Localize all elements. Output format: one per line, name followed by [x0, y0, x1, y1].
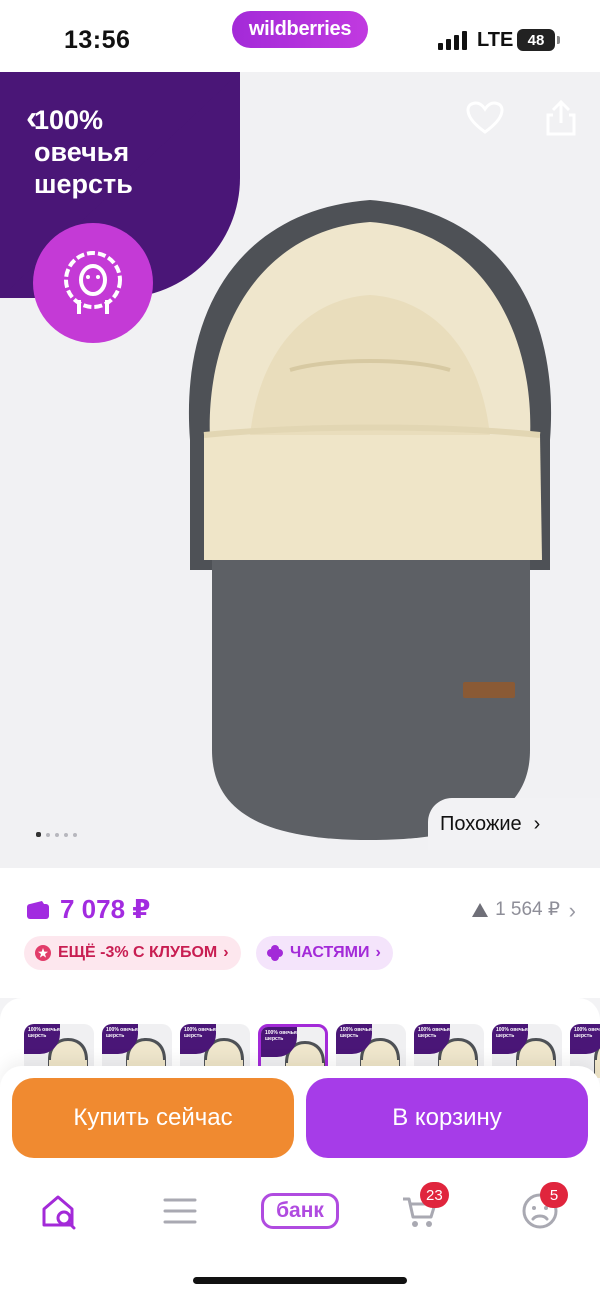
thumbnail-promo-text: 100% овечья шерсть	[28, 1027, 60, 1039]
installments-chip[interactable]: ЧАСТЯМИ ›	[256, 936, 393, 970]
similar-button[interactable]: Похожие ›	[428, 798, 600, 850]
chevron-right-icon: ›	[533, 812, 541, 835]
chevron-right-icon: ›	[375, 944, 381, 961]
thumbnail-promo-text: 100% овечья шерсть	[574, 1027, 600, 1039]
nav-profile[interactable]: 5	[510, 1182, 570, 1236]
thumbnail-promo-corner: 100% овечья шерсть	[570, 1024, 600, 1054]
bottom-nav: банк 23 5	[0, 1176, 600, 1297]
signal-icon	[438, 30, 467, 50]
chevron-right-icon[interactable]: ›	[569, 898, 576, 924]
gallery-dot	[36, 832, 41, 837]
thumbnail-promo-text: 100% овечья шерсть	[418, 1027, 450, 1039]
menu-icon	[163, 1198, 197, 1224]
promo-line-3: шерсть	[34, 169, 133, 199]
gallery-dots	[36, 832, 77, 837]
nav-bank[interactable]: банк	[258, 1186, 342, 1236]
secondary-price: 1 564 ₽	[495, 899, 560, 920]
buy-now-button[interactable]: Купить сейчас	[12, 1078, 294, 1158]
status-bar: 13:56 wildberries LTE 48	[0, 0, 600, 78]
battery-level: 48	[527, 31, 545, 49]
profile-notification-badge: 5	[540, 1182, 568, 1208]
thumbnail-promo-text: 100% овечья шерсть	[496, 1027, 528, 1039]
chevron-right-icon: ›	[223, 944, 229, 961]
parts-chip-label: ЧАСТЯМИ	[290, 944, 370, 961]
gallery-dot	[73, 832, 77, 837]
home-search-icon	[42, 1195, 76, 1230]
cart-count-badge: 23	[420, 1182, 449, 1208]
gallery-dot	[55, 832, 59, 837]
triangle-up-icon	[472, 902, 489, 917]
nav-catalog[interactable]	[150, 1186, 210, 1236]
promo-line-2: овечья	[34, 137, 130, 167]
favorite-heart-icon[interactable]	[463, 96, 507, 140]
price-section: 7 078 ₽ 1 564 ₽ › ЕЩЁ -3% С КЛУБОМ › ЧАС…	[0, 868, 600, 998]
battery-icon: 48	[517, 29, 560, 51]
gallery-dot	[46, 832, 50, 837]
club-discount-chip[interactable]: ЕЩЁ -3% С КЛУБОМ ›	[24, 936, 241, 970]
action-bar: Купить сейчас В корзину	[0, 1066, 600, 1176]
network-label: LTE	[477, 29, 514, 51]
promo-text: 100% овечья шерсть	[34, 104, 214, 200]
thumbnail-promo-text: 100% овечья шерсть	[340, 1027, 372, 1039]
bank-label: банк	[261, 1193, 339, 1229]
club-star-icon	[35, 945, 51, 961]
share-icon[interactable]	[539, 96, 583, 140]
thumbnail-promo-text: 100% овечья шерсть	[265, 1030, 297, 1042]
nav-home[interactable]	[30, 1186, 90, 1236]
club-chip-label: ЕЩЁ -3% С КЛУБОМ	[58, 944, 218, 961]
gallery-dot	[64, 832, 68, 837]
current-price: 7 078 ₽	[60, 894, 151, 924]
promo-line-1: 100%	[34, 105, 104, 135]
add-to-cart-button[interactable]: В корзину	[306, 1078, 588, 1158]
clover-icon	[267, 945, 283, 961]
sheep-icon	[33, 223, 153, 343]
price-comparison[interactable]: 1 564 ₽	[471, 898, 560, 921]
thumbnail-promo-text: 100% овечья шерсть	[184, 1027, 216, 1039]
nav-cart[interactable]: 23	[390, 1182, 450, 1236]
home-indicator	[193, 1277, 407, 1284]
similar-label: Похожие	[440, 812, 522, 835]
price-block[interactable]: 7 078 ₽	[26, 894, 150, 925]
wallet-icon	[27, 900, 49, 919]
thumbnail-promo-text: 100% овечья шерсть	[106, 1027, 138, 1039]
clock: 13:56	[64, 26, 131, 54]
wildberries-pill[interactable]: wildberries	[232, 11, 368, 48]
product-image[interactable]	[160, 190, 580, 840]
